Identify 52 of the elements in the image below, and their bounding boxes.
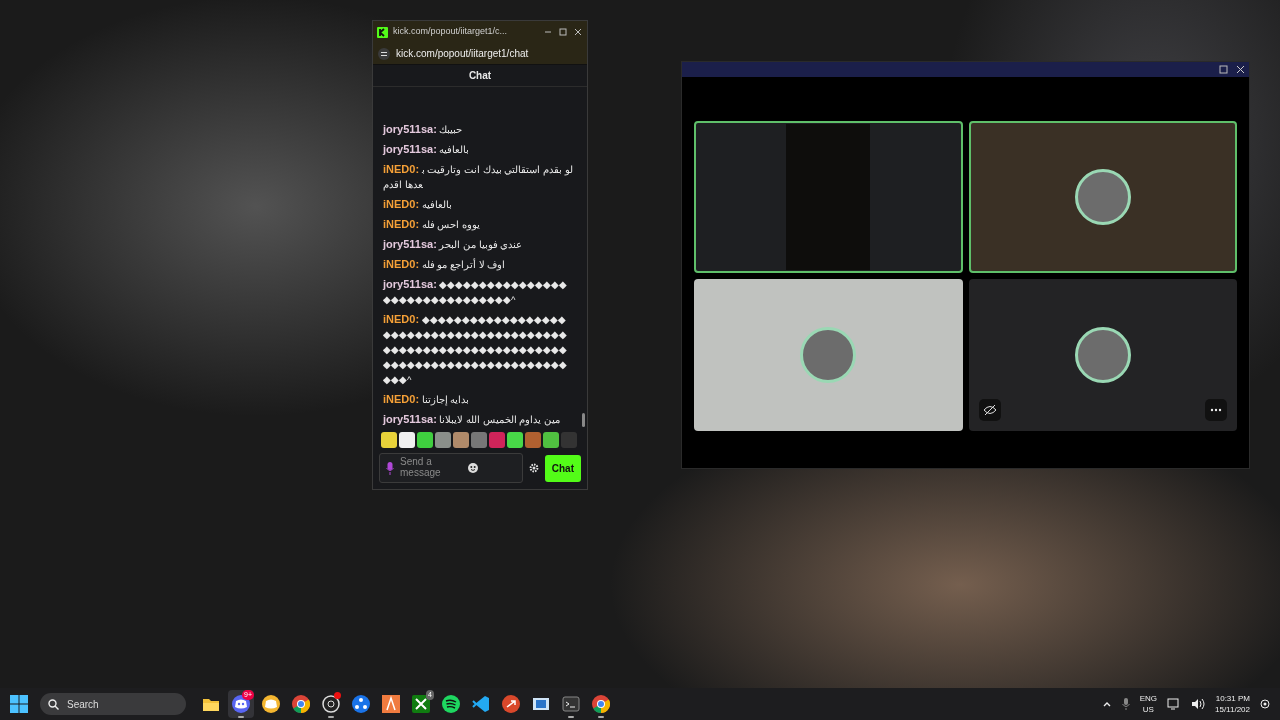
- window-icon: [532, 695, 550, 713]
- aperture-icon: [322, 695, 340, 713]
- message-input[interactable]: Send a message: [400, 456, 462, 480]
- search-field[interactable]: Search: [40, 693, 186, 715]
- x-mark-icon: [412, 695, 430, 713]
- chat-message: iNED0: ◆◆◆◆◆◆◆◆◆◆◆◆◆◆◆◆◆◆◆◆◆◆◆◆◆◆◆◆◆◆◆◆◆◆◆◆◆◆◆◆◆◆◆◆◆◆◆◆◆◆◆◆◆◆◆◆◆◆◆◆◆◆◆◆◆◆◆◆◆◆◆◆◆◆◆◆◆◆◆◆◆◆◆◆◆◆◆◆◆◆^: [383, 312, 568, 387]
- code-editor-icon: [472, 695, 490, 713]
- close-icon[interactable]: [1236, 65, 1245, 74]
- site-settings-icon[interactable]: [378, 47, 390, 60]
- participant-tile[interactable]: [694, 279, 963, 431]
- speaker-icon[interactable]: [1191, 698, 1205, 710]
- running-indicator: [328, 716, 334, 718]
- microphone-icon[interactable]: [1121, 698, 1130, 710]
- clock-time[interactable]: 10:31 PM: [1215, 693, 1250, 704]
- settings-icon[interactable]: [528, 463, 539, 473]
- sound-waves-icon: [442, 695, 460, 713]
- close-icon[interactable]: [573, 27, 583, 37]
- chat-header: Chat: [373, 65, 587, 87]
- search-icon: [48, 698, 59, 710]
- running-indicator: [568, 716, 574, 718]
- participant-tile[interactable]: [968, 279, 1237, 431]
- chat-send-button[interactable]: Chat: [544, 454, 581, 482]
- participant-tile[interactable]: [968, 121, 1237, 273]
- scrollbar-thumb[interactable]: [582, 413, 585, 427]
- search-input[interactable]: Search: [65, 695, 165, 713]
- window-title: kick.com/popout/iitarget1/c...: [393, 25, 509, 39]
- network-monitor-icon[interactable]: [1167, 698, 1181, 710]
- message-field[interactable]: Send a message: [379, 453, 523, 483]
- k-logo-icon: [377, 26, 388, 38]
- participant-tile[interactable]: [694, 121, 963, 273]
- maximize-icon[interactable]: [558, 27, 568, 37]
- browser-icon: [592, 695, 610, 713]
- more-icon[interactable]: [1210, 408, 1222, 412]
- maximize-icon[interactable]: [1219, 65, 1228, 74]
- running-indicator: [598, 716, 604, 718]
- gamepad-face-icon: [232, 695, 250, 713]
- notification-icon[interactable]: [1260, 699, 1270, 709]
- letter-a-icon: [382, 695, 400, 713]
- microphone-icon: [386, 461, 394, 475]
- clock-date[interactable]: 15/11/202: [1215, 704, 1250, 715]
- windows-logo-icon[interactable]: [10, 695, 28, 713]
- chat-bubble-icon: [262, 695, 280, 713]
- chat-message: jory511sa: ◆◆◆◆◆◆◆◆◆◆◆◆◆◆◆◆◆◆◆◆◆◆◆◆◆◆◆◆◆◆◆◆^: [383, 277, 569, 307]
- language-indicator[interactable]: ENG: [1139, 693, 1157, 704]
- smiley-icon[interactable]: [468, 463, 478, 473]
- browser-icon: [292, 695, 310, 713]
- eye-off-icon[interactable]: [982, 403, 997, 417]
- arrow-circle-icon: [502, 695, 520, 713]
- language-indicator[interactable]: US: [1142, 704, 1154, 715]
- terminal-icon: [562, 695, 580, 713]
- network-icon: [352, 695, 370, 713]
- running-indicator: [238, 716, 244, 718]
